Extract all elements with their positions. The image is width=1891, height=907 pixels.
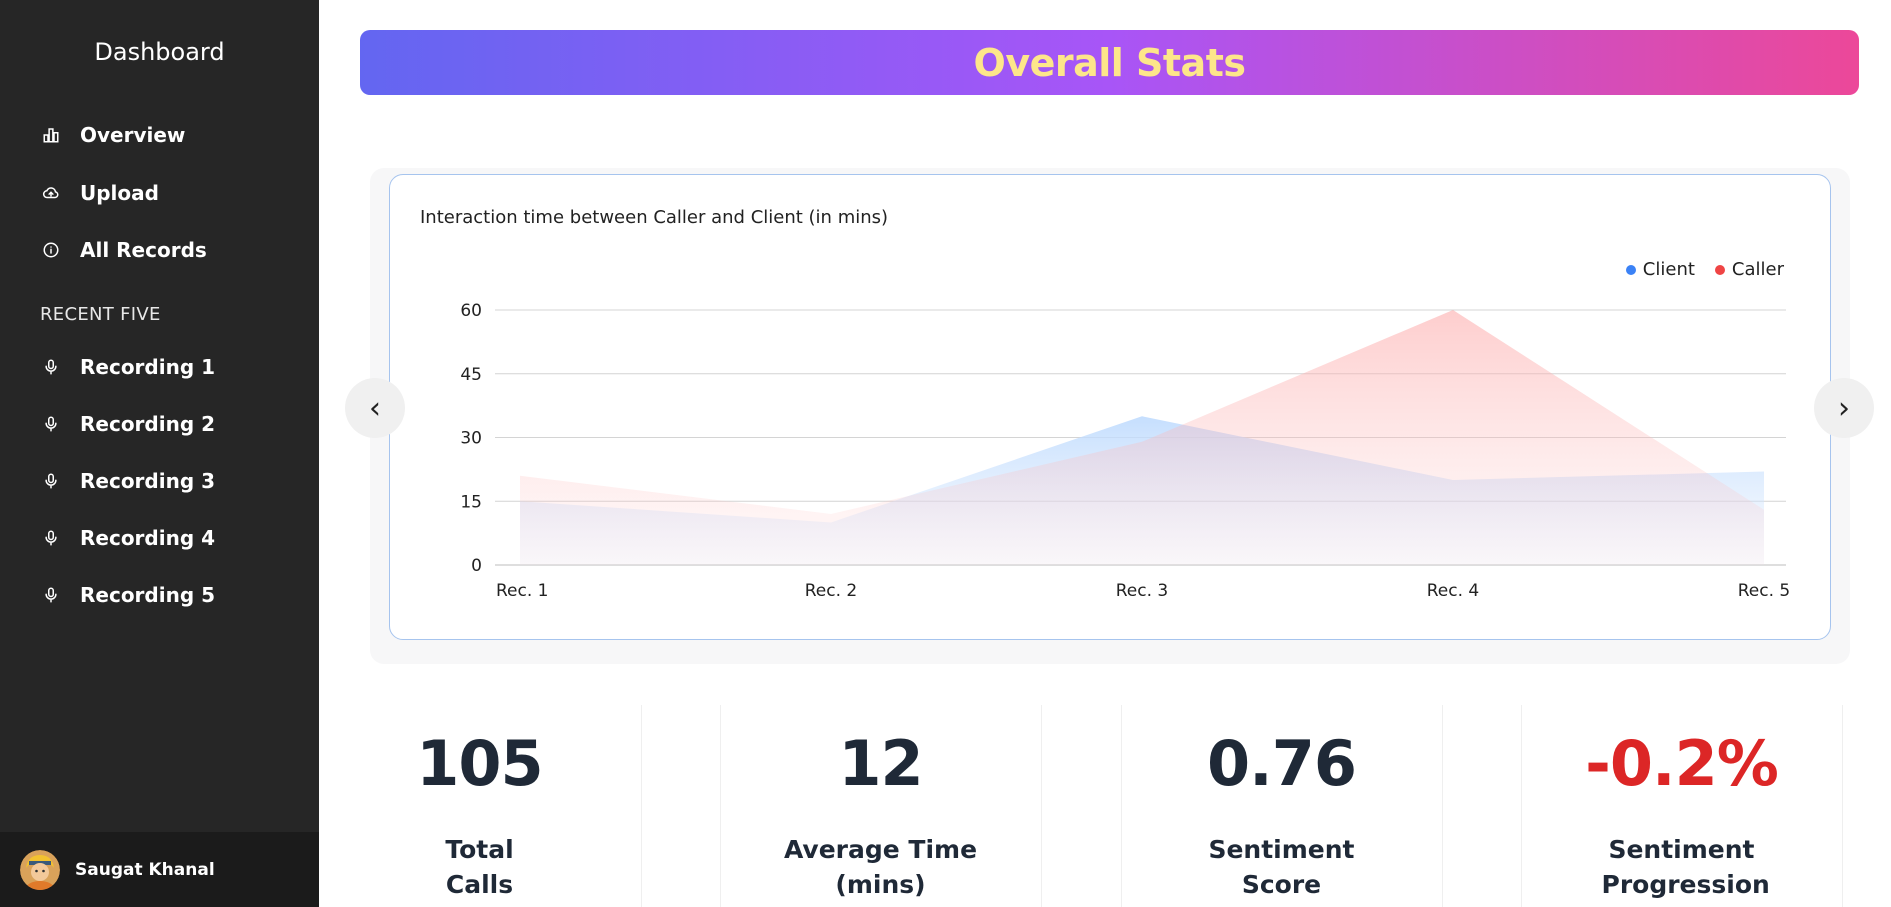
nav-item-upload[interactable]: Upload [40,178,159,208]
stat-label: Sentiment Score [1208,835,1355,899]
nav-item-label: All Records [80,238,207,262]
x-tick-label: Rec. 3 [1116,581,1168,601]
stat-label: Average Time (mins) [783,835,978,899]
nav-item-overview[interactable]: Overview [40,120,185,150]
y-tick-label: 15 [460,492,482,512]
data-point-client[interactable] [1762,470,1766,474]
stat-sentiment-score: 0.76 Sentiment Score [1121,705,1442,907]
recent-item-label: Recording 5 [80,583,216,607]
stat-divider [641,705,642,907]
data-point-caller[interactable] [1140,440,1144,444]
data-point-client[interactable] [1140,414,1144,418]
avatar [20,849,60,890]
bar-chart-icon [40,124,62,146]
user-profile[interactable]: Saugat Khanal [0,832,319,907]
brand-title[interactable]: Dashboard [0,38,319,66]
recent-item-recording-3[interactable]: Recording 3 [40,466,215,496]
y-tick-label: 30 [460,429,482,449]
chart-plot: 0 15 30 45 60 Rec. 1 Rec. 2 Rec. 3 Rec. 4 Rec. 5 [460,301,1790,601]
recent-item-recording-1[interactable]: Recording 1 [40,352,215,382]
recent-item-label: Recording 2 [80,412,216,436]
y-tick-label: 0 [471,556,482,576]
microphone-icon [40,356,62,378]
stat-average-time: 12 Average Time (mins) [720,705,1041,907]
data-point-caller[interactable] [1451,308,1455,312]
x-tick-label: Rec. 4 [1427,581,1479,601]
data-point-caller[interactable] [1762,508,1766,512]
cloud-upload-icon [40,182,62,204]
x-tick-label: Rec. 5 [1738,581,1790,601]
stat-total-calls: 105 Total Calls [319,705,640,907]
stat-label: Total Calls [445,835,514,899]
page-title: Overall Stats [973,40,1246,85]
nav-item-all-records[interactable]: All Records [40,235,207,265]
nav-item-label: Overview [80,123,186,147]
stat-value: 105 [416,727,543,800]
app: Dashboard Overview Upload All Records RE… [0,0,1891,907]
y-tick-label: 45 [460,365,482,385]
y-tick-label: 60 [460,301,482,321]
microphone-icon [40,584,62,606]
section-title-recent: RECENT FIVE [40,304,161,325]
recent-item-label: Recording 4 [80,526,216,550]
x-tick-label: Rec. 1 [496,581,548,601]
recent-item-recording-4[interactable]: Recording 4 [40,523,215,553]
stat-divider [1041,705,1042,907]
carousel-prev-button[interactable]: ‹ [345,378,405,438]
microphone-icon [40,413,62,435]
stat-divider [1842,705,1843,907]
header-banner: Overall Stats [360,30,1859,95]
stat-value: -0.2% [1585,727,1779,800]
info-icon [40,239,62,261]
data-point-caller[interactable] [829,512,833,516]
user-name: Saugat Khanal [75,859,215,880]
recent-item-recording-2[interactable]: Recording 2 [40,409,215,439]
stat-value: 0.76 [1207,727,1357,800]
stat-label: Sentiment Progression [1601,835,1770,899]
recent-item-recording-5[interactable]: Recording 5 [40,580,215,610]
nav-item-label: Upload [80,181,159,205]
microphone-icon [40,470,62,492]
carousel-next-button[interactable]: › [1814,378,1874,438]
sidebar: Dashboard Overview Upload All Records RE… [0,0,319,907]
stat-value: 12 [838,727,923,800]
chart-card: Interaction time between Caller and Clie… [389,174,1831,640]
recent-item-label: Recording 3 [80,469,216,493]
data-point-caller[interactable] [518,474,522,478]
microphone-icon [40,527,62,549]
x-tick-label: Rec. 2 [805,581,857,601]
recent-item-label: Recording 1 [80,355,216,379]
stat-divider [1442,705,1443,907]
stat-sentiment-progression: -0.2% Sentiment Progression [1521,705,1842,907]
